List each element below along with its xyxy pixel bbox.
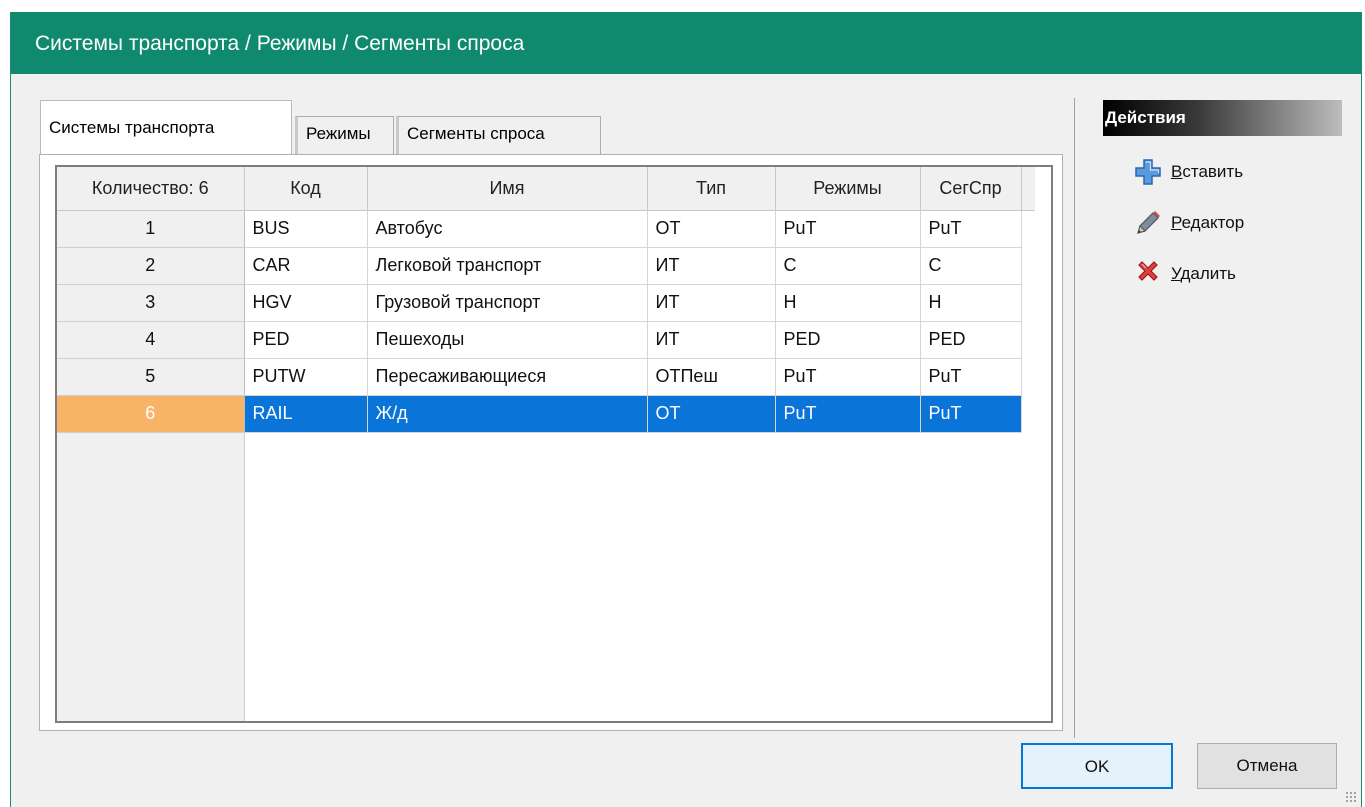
edit-action-label: Редактор: [1171, 213, 1245, 232]
cell-code[interactable]: RAIL: [244, 395, 368, 433]
row-number[interactable]: 4: [57, 321, 245, 359]
pencil-icon: [1133, 208, 1163, 238]
insert-action[interactable]: Вставить: [1133, 157, 1243, 187]
cancel-button[interactable]: Отмена: [1197, 743, 1337, 789]
dialog-window: Системы транспорта / Режимы / Сегменты с…: [10, 12, 1362, 807]
row-number[interactable]: 3: [57, 284, 245, 322]
cell-demand-segments[interactable]: PuT: [920, 395, 1022, 433]
row-number[interactable]: 1: [57, 210, 245, 248]
cell-code[interactable]: PUTW: [244, 358, 368, 396]
resize-grip[interactable]: [1345, 791, 1357, 803]
cell-code[interactable]: PED: [244, 321, 368, 359]
table-row-selected[interactable]: 6 RAIL Ж/д ОТ PuT PuT: [57, 395, 1035, 433]
column-header-filler: [1021, 167, 1035, 211]
row-number[interactable]: 2: [57, 247, 245, 285]
insert-action-label: Вставить: [1171, 162, 1244, 181]
count-header[interactable]: Количество: 6: [57, 167, 245, 211]
cell-type[interactable]: ОТ: [647, 210, 776, 248]
cell-type[interactable]: ОТ: [647, 395, 776, 433]
tab-demand-segments[interactable]: Сегменты спроса: [396, 116, 601, 154]
ok-button[interactable]: OK: [1021, 743, 1173, 789]
table-row[interactable]: 5 PUTW Пересаживающиеся ОТПеш PuT PuT: [57, 358, 1035, 396]
column-header-type[interactable]: Тип: [647, 167, 776, 211]
cell-name[interactable]: Легковой транспорт: [367, 247, 648, 285]
delete-icon: [1133, 259, 1163, 289]
cell-name[interactable]: Автобус: [367, 210, 648, 248]
grid-table: Количество: 6 Код Имя Тип Режимы СегСпр …: [57, 167, 1035, 433]
column-header-name[interactable]: Имя: [367, 167, 648, 211]
cell-modes[interactable]: PuT: [775, 358, 921, 396]
cell-name[interactable]: Ж/д: [367, 395, 648, 433]
cell-type[interactable]: ИТ: [647, 247, 776, 285]
panel-separator: [1074, 98, 1075, 738]
row-number[interactable]: 5: [57, 358, 245, 396]
column-header-demand-segments[interactable]: СегСпр: [920, 167, 1022, 211]
cell-demand-segments[interactable]: PED: [920, 321, 1022, 359]
cell-demand-segments[interactable]: H: [920, 284, 1022, 322]
cell-modes[interactable]: PED: [775, 321, 921, 359]
cell-modes[interactable]: H: [775, 284, 921, 322]
cell-modes[interactable]: PuT: [775, 395, 921, 433]
cell-modes[interactable]: C: [775, 247, 921, 285]
table-row[interactable]: 2 CAR Легковой транспорт ИТ C C: [57, 247, 1035, 285]
cell-demand-segments[interactable]: C: [920, 247, 1022, 285]
grid-header-row: Количество: 6 Код Имя Тип Режимы СегСпр: [57, 167, 1035, 211]
row-number[interactable]: 6: [57, 395, 245, 433]
cell-type[interactable]: ИТ: [647, 321, 776, 359]
column-header-modes[interactable]: Режимы: [775, 167, 921, 211]
tab-transport-systems[interactable]: Системы транспорта: [40, 100, 292, 156]
cell-name[interactable]: Пересаживающиеся: [367, 358, 648, 396]
plus-icon: [1133, 157, 1163, 187]
cell-name[interactable]: Пешеходы: [367, 321, 648, 359]
cell-modes[interactable]: PuT: [775, 210, 921, 248]
actions-header: Действия: [1103, 100, 1342, 136]
edit-action[interactable]: Редактор: [1133, 208, 1244, 238]
delete-action-label: Удалить: [1171, 264, 1236, 283]
table-row[interactable]: 1 BUS Автобус ОТ PuT PuT: [57, 210, 1035, 248]
delete-action[interactable]: Удалить: [1133, 259, 1236, 289]
table-row[interactable]: 4 PED Пешеходы ИТ PED PED: [57, 321, 1035, 359]
table-row[interactable]: 3 HGV Грузовой транспорт ИТ H H: [57, 284, 1035, 322]
cell-code[interactable]: BUS: [244, 210, 368, 248]
cell-name[interactable]: Грузовой транспорт: [367, 284, 648, 322]
tab-panel: Количество: 6 Код Имя Тип Режимы СегСпр …: [39, 154, 1063, 731]
column-header-code[interactable]: Код: [244, 167, 368, 211]
cell-type[interactable]: ИТ: [647, 284, 776, 322]
cell-code[interactable]: CAR: [244, 247, 368, 285]
cell-demand-segments[interactable]: PuT: [920, 358, 1022, 396]
cell-code[interactable]: HGV: [244, 284, 368, 322]
transport-systems-grid[interactable]: Количество: 6 Код Имя Тип Режимы СегСпр …: [55, 165, 1053, 723]
cell-type[interactable]: ОТПеш: [647, 358, 776, 396]
cell-demand-segments[interactable]: PuT: [920, 210, 1022, 248]
dialog-title: Системы транспорта / Режимы / Сегменты с…: [11, 12, 1361, 74]
tab-modes[interactable]: Режимы: [295, 116, 394, 154]
